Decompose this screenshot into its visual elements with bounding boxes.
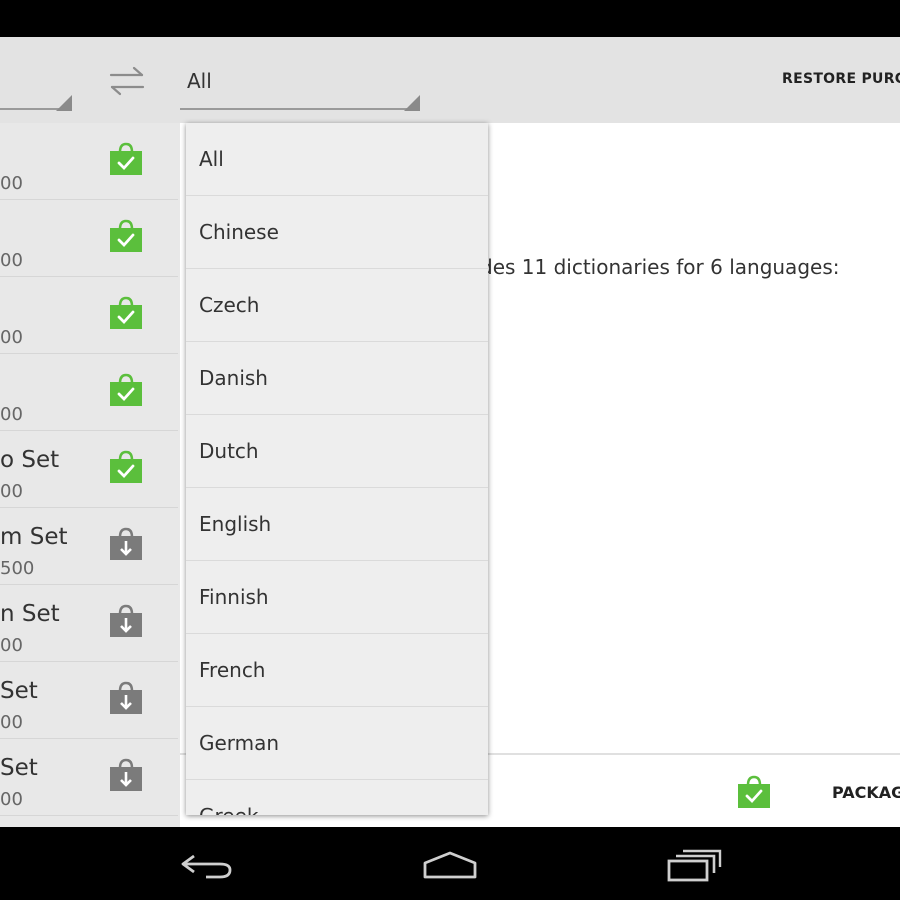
spinner-arrow-icon (56, 95, 72, 111)
shopping-bag-check-icon (110, 296, 142, 329)
list-item-subtitle: 00 (0, 173, 23, 194)
recents-icon[interactable] (666, 849, 722, 883)
list-item-title: o Set (0, 447, 60, 473)
list-item[interactable]: m Set 500 (0, 508, 178, 585)
dropdown-option-all[interactable]: All (186, 123, 488, 196)
list-item[interactable]: o Set 00 (0, 431, 178, 508)
swap-arrows-icon[interactable] (108, 65, 146, 97)
language-dropdown: All Chinese Czech Danish Dutch English F… (186, 123, 488, 815)
list-item-title: Set (0, 678, 38, 704)
package-description: des 11 dictionaries for 6 languages: (480, 255, 840, 279)
spinner-arrow-icon (404, 95, 420, 111)
option-label: Greek (199, 804, 258, 815)
shopping-bag-download-icon[interactable] (108, 603, 144, 639)
option-label: German (199, 731, 280, 755)
shopping-bag-check-icon (738, 775, 770, 808)
list-item[interactable]: 00 (0, 277, 178, 354)
option-label: Czech (199, 293, 260, 317)
list-item[interactable]: 00 (0, 200, 178, 277)
dropdown-option-finnish[interactable]: Finnish (186, 561, 488, 634)
dropdown-option-english[interactable]: English (186, 488, 488, 561)
shopping-bag-download-icon[interactable] (108, 526, 144, 562)
option-label: Finnish (199, 585, 269, 609)
list-item[interactable]: 00 (0, 354, 178, 431)
option-label: Chinese (199, 220, 279, 244)
target-language-spinner[interactable]: All (180, 37, 424, 117)
spinner-underline (180, 108, 420, 110)
package-button[interactable]: PACKAGE (832, 783, 900, 802)
app-window: All RESTORE PURCHASES 00 00 00 (0, 37, 900, 827)
shopping-bag-check-icon (110, 142, 142, 175)
list-item-subtitle: 00 (0, 404, 23, 425)
list-item-subtitle: 00 (0, 327, 23, 348)
dropdown-option-danish[interactable]: Danish (186, 342, 488, 415)
list-item-title: n Set (0, 601, 60, 627)
home-icon[interactable] (421, 849, 479, 881)
list-item-title: Set (0, 755, 38, 781)
dropdown-option-chinese[interactable]: Chinese (186, 196, 488, 269)
shopping-bag-download-icon[interactable] (108, 680, 144, 716)
option-label: All (199, 147, 224, 171)
action-bar: All RESTORE PURCHASES (0, 37, 900, 123)
dropdown-option-dutch[interactable]: Dutch (186, 415, 488, 488)
dropdown-option-german[interactable]: German (186, 707, 488, 780)
dropdown-option-french[interactable]: French (186, 634, 488, 707)
navigation-bar (0, 827, 900, 900)
list-item-subtitle: 00 (0, 250, 23, 271)
shopping-bag-check-icon (110, 373, 142, 406)
status-bar (0, 0, 900, 37)
shopping-bag-download-icon[interactable] (108, 757, 144, 793)
source-language-spinner[interactable] (0, 37, 80, 117)
option-label: English (199, 512, 272, 536)
spinner-selected-value: All (187, 69, 212, 93)
list-item[interactable]: n Set 00 (0, 585, 178, 662)
package-list: 00 00 00 00 o Set 00 m Set 500 n Set 00 … (0, 123, 180, 827)
list-item-subtitle: 00 (0, 481, 23, 502)
screen: All RESTORE PURCHASES 00 00 00 (0, 0, 900, 900)
list-item-subtitle: 500 (0, 558, 35, 579)
list-item-subtitle: 00 (0, 712, 23, 733)
list-item-subtitle: 00 (0, 789, 23, 810)
list-item[interactable]: 00 (0, 123, 178, 200)
list-item-subtitle: 00 (0, 635, 23, 656)
shopping-bag-check-icon (110, 219, 142, 252)
list-item[interactable]: Set 00 (0, 662, 178, 739)
list-item[interactable]: Set 00 (0, 739, 178, 816)
shopping-bag-check-icon (110, 450, 142, 483)
option-label: Dutch (199, 439, 259, 463)
option-label: French (199, 658, 266, 682)
back-icon[interactable] (180, 849, 234, 881)
option-label: Danish (199, 366, 268, 390)
list-item-title: m Set (0, 524, 68, 550)
dropdown-option-czech[interactable]: Czech (186, 269, 488, 342)
restore-purchases-button[interactable]: RESTORE PURCHASES (782, 71, 900, 87)
dropdown-option-greek[interactable]: Greek (186, 780, 488, 815)
